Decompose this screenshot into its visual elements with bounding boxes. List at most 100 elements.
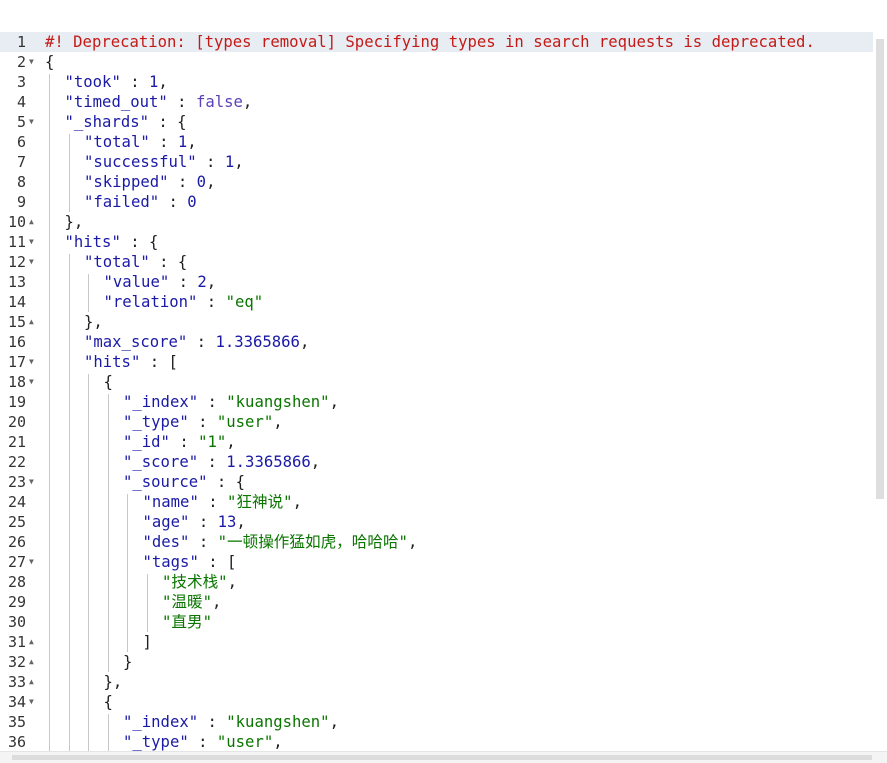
code-token: : [ (198, 553, 237, 571)
code-token: } (123, 653, 133, 671)
code-text: "value" : 2, (104, 272, 217, 292)
code-token: "timed_out" (64, 93, 168, 111)
line-number: 24 (7, 493, 26, 511)
line-number: 35 (7, 713, 26, 731)
line-number: 26 (7, 533, 26, 551)
code-text: }, (84, 312, 103, 332)
caret-down-icon[interactable]: ▼ (29, 52, 38, 72)
code-token: : (169, 433, 199, 451)
code-line: 22 "_score" : 1.3365866, (0, 452, 873, 472)
code-token: "_id" (123, 433, 170, 451)
code-token: : (189, 533, 218, 551)
caret-down-icon[interactable]: ▼ (29, 352, 38, 372)
code-token: , (407, 533, 418, 551)
code-token: { (103, 373, 113, 391)
line-number: 3 (16, 73, 26, 91)
code-text: "_index" : "kuangshen", (123, 712, 339, 732)
line-number: 13 (7, 273, 26, 291)
code-text: "hits" : [ (84, 352, 178, 372)
code-token: : (169, 273, 198, 291)
code-text: "tags" : [ (143, 552, 237, 572)
line-number: 9 (16, 193, 26, 211)
code-text: "hits" : { (65, 232, 159, 252)
vertical-scrollbar-thumb[interactable] (876, 39, 884, 499)
caret-down-icon[interactable]: ▼ (29, 252, 38, 272)
line-number: 6 (16, 133, 26, 151)
code-line: 6 "total" : 1, (0, 132, 873, 152)
caret-up-icon[interactable]: ▲ (29, 652, 38, 672)
code-text: "failed" : 0 (84, 192, 197, 212)
code-line: 18 ▼ { (0, 372, 873, 392)
caret-down-icon[interactable]: ▼ (29, 552, 38, 572)
line-number: 14 (7, 293, 26, 311)
caret-down-icon[interactable]: ▼ (29, 472, 38, 492)
line-number: 27 (7, 553, 26, 571)
code-line: 27 ▼ "tags" : [ (0, 552, 873, 572)
code-token: : (196, 153, 225, 171)
line-number: 25 (7, 513, 26, 531)
code-token: "hits" (84, 353, 141, 371)
horizontal-scrollbar-thumb[interactable] (12, 755, 872, 760)
code-token: , (273, 733, 283, 751)
code-line: 8 "skipped" : 0, (0, 172, 873, 192)
code-token: , (206, 273, 217, 291)
code-token: "total" (84, 133, 150, 151)
code-text: "_score" : 1.3365866, (123, 452, 320, 472)
code-text: ] (143, 632, 152, 652)
caret-down-icon[interactable]: ▼ (29, 232, 38, 252)
line-number: 12 (7, 253, 26, 271)
code-token: : { (120, 233, 159, 251)
code-text: "_type" : "user", (123, 412, 283, 432)
code-token: : (198, 393, 227, 411)
code-token: { (45, 53, 55, 71)
code-line: 35 "_index" : "kuangshen", (0, 712, 873, 732)
code-line: 14 "relation" : "eq" (0, 292, 873, 312)
vertical-scrollbar[interactable] (873, 31, 887, 751)
code-token: , (226, 433, 236, 451)
caret-up-icon[interactable]: ▲ (29, 212, 38, 232)
caret-down-icon[interactable]: ▼ (29, 112, 38, 132)
code-token: : (198, 493, 228, 511)
code-text: "skipped" : 0, (84, 172, 215, 192)
code-token: 1.3365866 (215, 333, 300, 351)
caret-down-icon[interactable]: ▼ (29, 692, 38, 712)
response-editor[interactable]: 1 #! Deprecation: [types removal] Specify… (0, 31, 873, 751)
code-token: "hits" (64, 233, 121, 251)
code-line: 30 "直男" (0, 612, 873, 632)
code-token: "一顿操作猛如虎，哈哈哈" (217, 533, 408, 551)
caret-down-icon[interactable]: ▼ (29, 372, 38, 392)
line-number: 16 (7, 333, 26, 351)
code-line: 7 "successful" : 1, (0, 152, 873, 172)
code-token: "max_score" (84, 333, 188, 351)
code-line: 17 ▼ "hits" : [ (0, 352, 873, 372)
line-number: 20 (7, 413, 26, 431)
horizontal-scrollbar[interactable] (0, 751, 887, 763)
code-line: 21 "_id" : "1", (0, 432, 873, 452)
line-number: 7 (16, 153, 26, 171)
code-token: : (198, 453, 227, 471)
code-token: : (188, 413, 217, 431)
caret-up-icon[interactable]: ▲ (29, 312, 38, 332)
code-token: }, (103, 673, 123, 691)
code-token: 2 (197, 273, 207, 291)
code-token: , (206, 173, 216, 191)
line-number: 29 (7, 593, 26, 611)
code-token: "_index" (123, 713, 199, 731)
code-token: , (273, 413, 283, 431)
code-line: 9 "failed" : 0 (0, 192, 873, 212)
code-line: 3 "took" : 1, (0, 72, 873, 92)
code-token: 0 (196, 173, 207, 191)
code-text: "timed_out" : false, (65, 92, 253, 112)
code-token: "skipped" (84, 173, 169, 191)
code-token: "_shards" (64, 113, 150, 131)
line-number: 31 (7, 633, 26, 651)
line-number: 18 (7, 373, 26, 391)
code-token: : (168, 173, 197, 191)
code-token: : { (207, 473, 246, 491)
code-token: "_type" (123, 733, 189, 751)
caret-up-icon[interactable]: ▲ (29, 672, 38, 692)
code-token: , (299, 333, 310, 351)
caret-up-icon[interactable]: ▲ (29, 632, 38, 652)
code-line: 2 ▼ { (0, 52, 873, 72)
line-number: 36 (7, 733, 26, 751)
